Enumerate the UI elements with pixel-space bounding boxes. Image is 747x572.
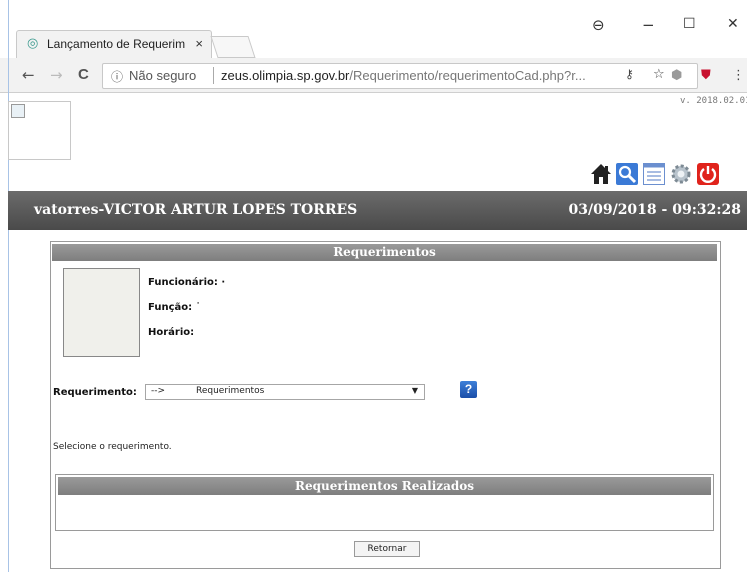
logo-image [8,101,71,160]
minimize-button[interactable]: − [642,16,655,34]
profile-icon[interactable]: ⊖ [592,16,605,34]
site-favicon-icon: ◎ [27,36,39,51]
user-bar: vatorres-VICTOR ARTUR LOPES TORRES 03/09… [8,191,747,230]
user-name: vatorres-VICTOR ARTUR LOPES TORRES [34,202,358,218]
requerimentos-panel: Requerimentos Funcionário: · Função: ˙ H… [50,241,721,569]
url-divider [213,67,214,84]
requerimento-label: Requerimento: [53,387,137,398]
broken-image-icon [11,104,25,118]
funcionario-label: Funcionário: · [148,277,226,288]
help-button[interactable]: ? [460,381,477,398]
realizados-panel: Requerimentos Realizados [55,474,714,531]
window-edge [8,0,9,572]
url-path: /Requerimento/requerimentoCad.php?r... [349,68,586,83]
app-version: v. 2018.02.01 [680,96,747,106]
hint-text: Selecione o requerimento. [53,442,172,452]
retornar-button[interactable]: Retornar [354,541,420,557]
browser-menu-icon[interactable]: ⋮ [732,68,745,83]
tab-title: Lançamento de Requerim [47,37,186,51]
shield-extension-icon[interactable]: ⬢ [671,68,682,83]
search-icon[interactable] [616,163,638,185]
browser-title-bar: ◎ Lançamento de Requerim × ⊖ − ☐ ✕ [0,0,747,62]
home-icon[interactable] [590,163,612,185]
info-icon[interactable]: ⓘ [111,68,123,85]
url-host: zeus.olimpia.sp.gov.br [221,68,350,83]
security-label: Não seguro [129,68,197,83]
address-bar[interactable]: ⓘ Não seguro zeus.olimpia.sp.gov.br/Requ… [102,63,698,89]
horario-label: Horário: [148,327,195,338]
dropdown-arrow-icon: ▼ [411,386,418,395]
session-datetime: 03/09/2018 - 09:32:28 [568,202,742,218]
employee-photo [63,268,140,357]
new-tab-button[interactable] [210,36,256,58]
select-prefix: --> [151,386,166,396]
funcao-label: Função: ˙ [148,302,201,313]
reload-button[interactable]: C [78,66,89,83]
ublock-extension-icon[interactable]: ⛊ [701,68,711,83]
select-value: Requerimentos [196,386,265,396]
bookmark-star-icon[interactable]: ☆ [653,67,665,82]
tab-close-icon[interactable]: × [195,36,203,51]
requerimento-select[interactable]: --> Requerimentos ▼ [145,384,425,400]
browser-tab[interactable]: ◎ Lançamento de Requerim × [16,30,212,59]
forward-button[interactable]: → [50,66,63,84]
settings-icon[interactable] [670,163,692,185]
panel-title: Requerimentos [52,244,717,261]
power-icon[interactable] [697,163,719,185]
key-icon[interactable]: ⚷ [625,67,634,81]
maximize-button[interactable]: ☐ [683,16,696,32]
back-button[interactable]: ← [22,66,35,84]
close-window-button[interactable]: ✕ [727,16,739,32]
list-icon[interactable] [643,163,665,185]
url-text: zeus.olimpia.sp.gov.br/Requerimento/requ… [221,68,586,83]
realizados-title: Requerimentos Realizados [58,477,711,495]
